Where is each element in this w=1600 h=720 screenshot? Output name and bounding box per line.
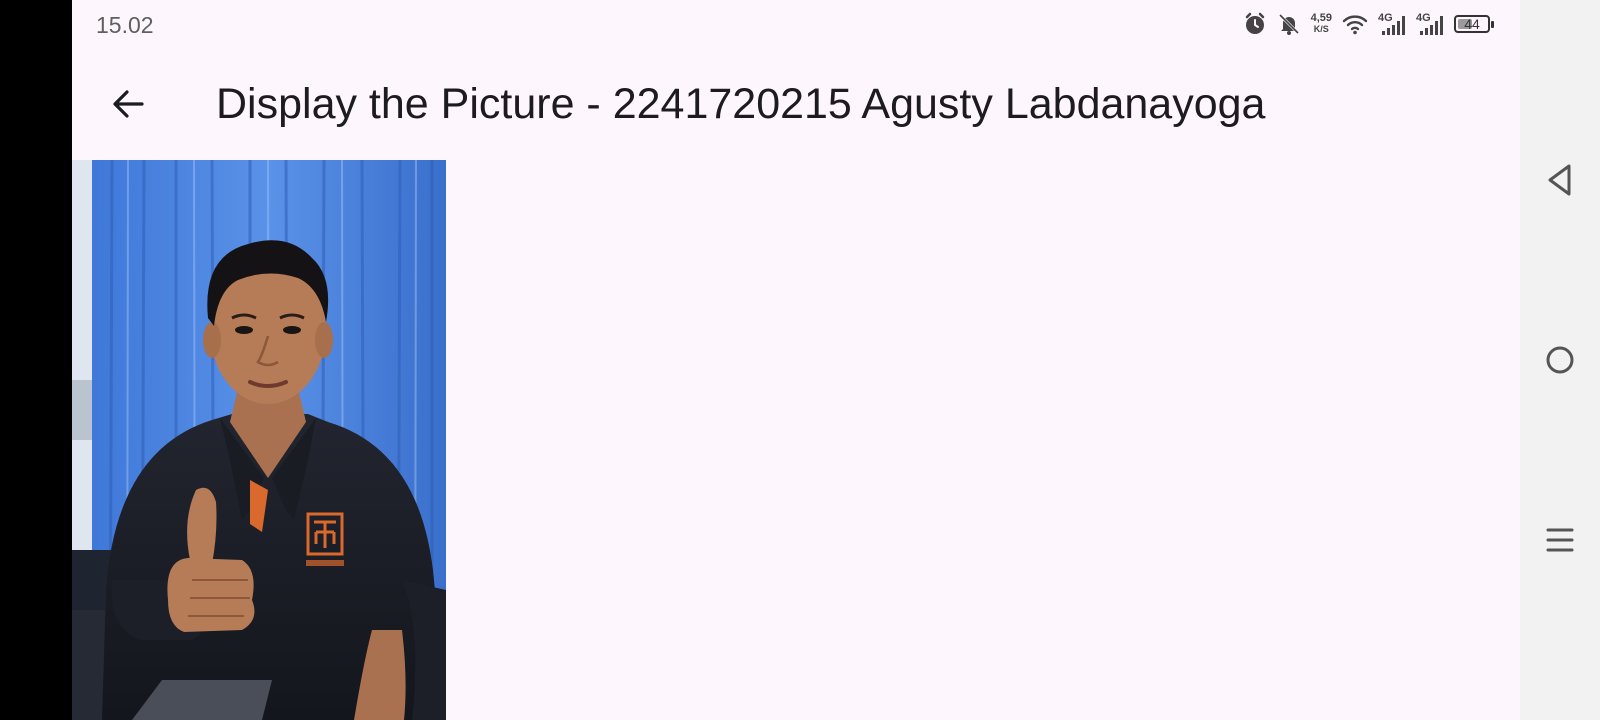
nav-recents-button[interactable] (1540, 520, 1580, 560)
system-nav-bar (1520, 0, 1600, 720)
nav-home-button[interactable] (1540, 340, 1580, 380)
page-title: Display the Picture - 2241720215 Agusty … (216, 80, 1266, 128)
triangle-back-icon (1548, 164, 1571, 196)
arrow-back-icon (113, 90, 144, 118)
status-time: 15.02 (96, 12, 154, 38)
speed-unit: K/S (1313, 24, 1329, 34)
menu-recents-icon (1546, 528, 1574, 552)
speed-value: 4,59 (1310, 12, 1332, 24)
status-icons: 4,59 K/S 4G 4G 44 (1243, 10, 1494, 38)
nav-back-button[interactable] (1540, 160, 1580, 200)
left-black-bar (0, 0, 72, 720)
signal-icon-2: 4G (1416, 11, 1444, 37)
circle-home-icon (1546, 346, 1574, 374)
battery-level: 44 (1464, 16, 1480, 32)
network-speed: 4,59 K/S (1311, 13, 1332, 35)
captured-photo (72, 160, 446, 720)
app-screen: 15.02 4,59 K/S 4G 4G 44 Display the Pict… (72, 0, 1520, 720)
wifi-icon (1342, 13, 1368, 35)
back-button[interactable] (102, 78, 154, 130)
alarm-icon (1243, 12, 1267, 36)
signal-icon-1: 4G (1378, 11, 1406, 37)
notifications-off-icon (1277, 12, 1301, 36)
battery-icon: 44 (1454, 15, 1494, 33)
